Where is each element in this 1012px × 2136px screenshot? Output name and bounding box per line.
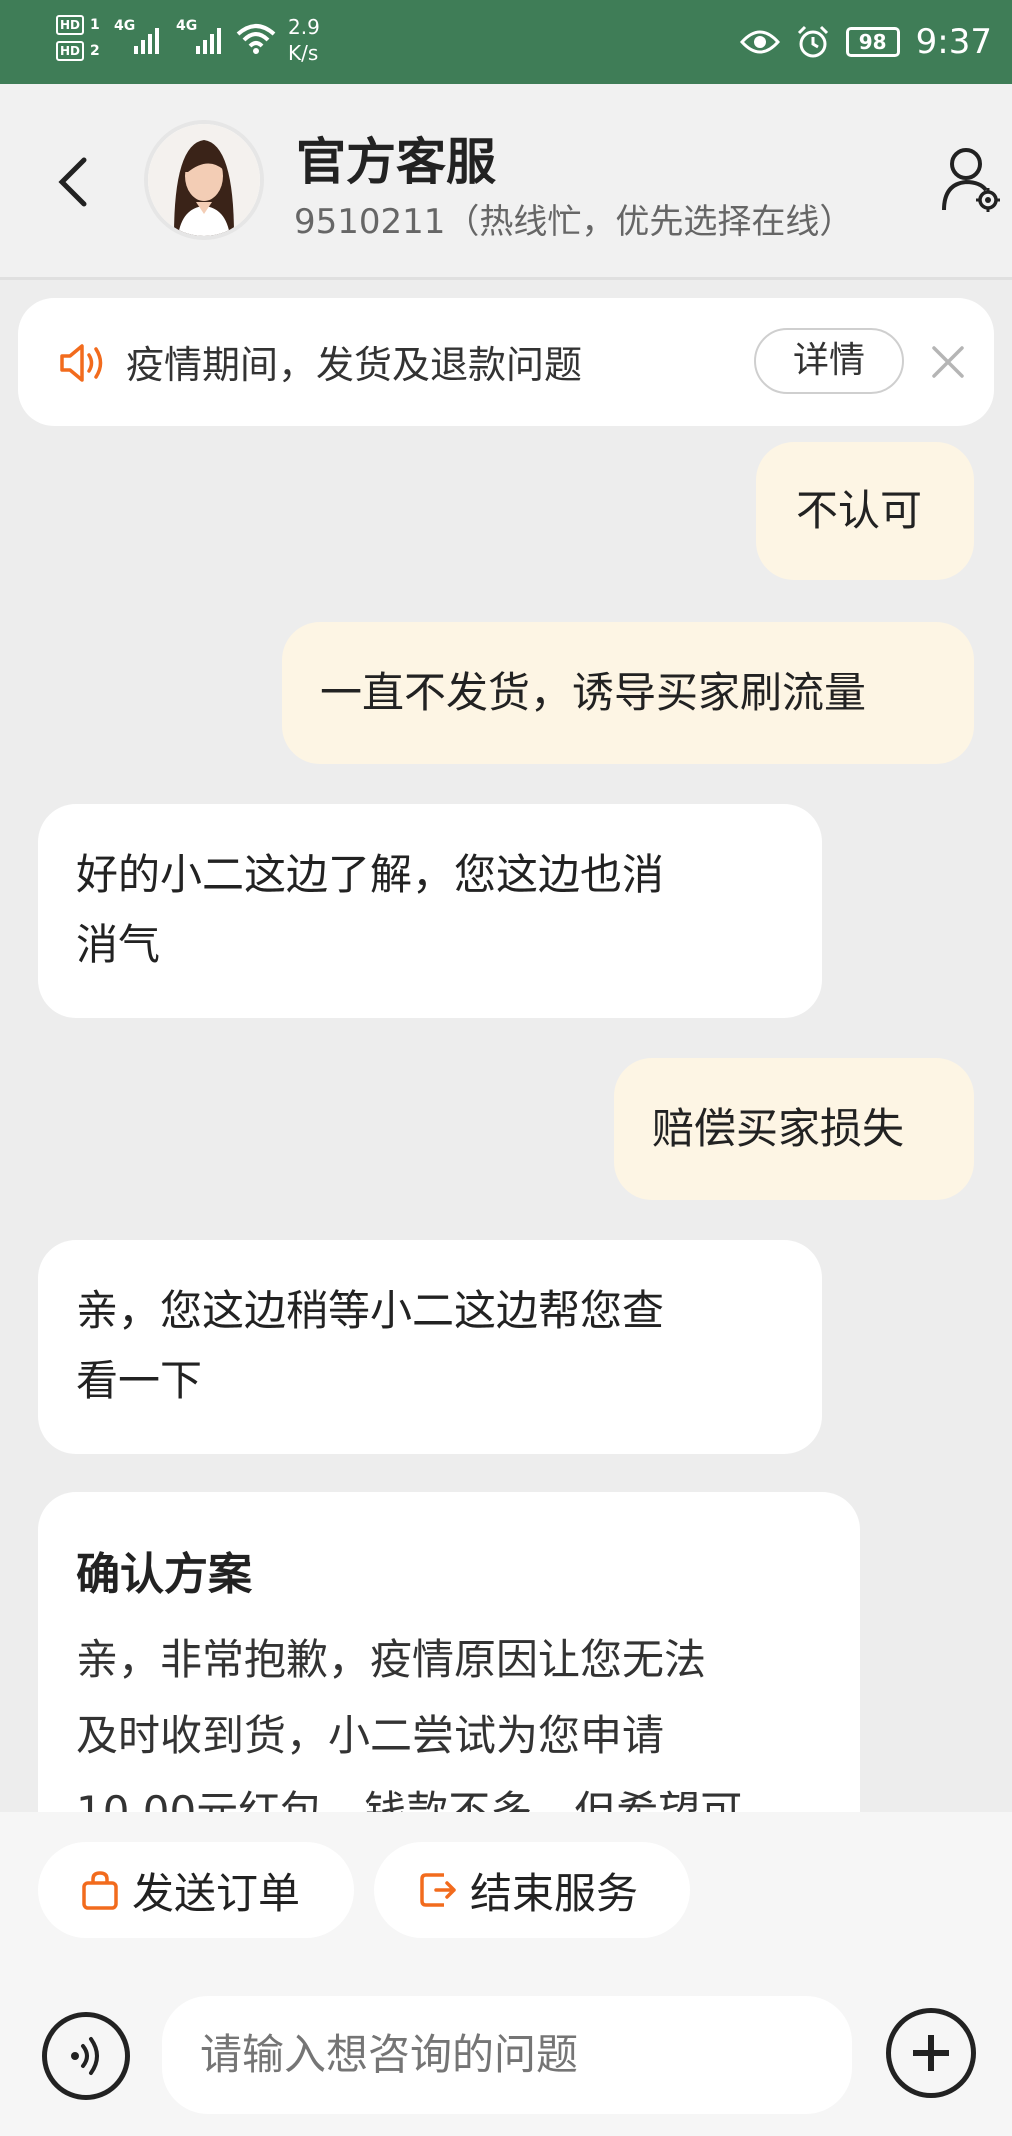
end-service-button[interactable]: 结束服务: [374, 1842, 690, 1938]
message-incoming[interactable]: 亲，您这边稍等小二这边帮您查 看一下: [38, 1240, 822, 1454]
end-service-label: 结束服务: [470, 1868, 639, 1918]
message-outgoing[interactable]: 一直不发货，诱导买家刷流量: [282, 622, 974, 764]
message-text: 一直不发货，诱导买家刷流量: [320, 668, 867, 717]
voice-icon: [71, 2037, 99, 2075]
sim2-hd-badge: HD: [56, 41, 85, 61]
speaker-icon: [60, 344, 103, 382]
bottom-panel: 发送订单 结束服务: [0, 1812, 1012, 2136]
message-text-line: 消气: [76, 920, 161, 969]
plan-card-line: 亲，非常抱歉，疫情原因让您无法: [76, 1635, 707, 1684]
plus-icon[interactable]: [886, 2008, 976, 2098]
sim1-index: 1: [90, 17, 100, 33]
back-arrow-icon[interactable]: [50, 154, 98, 210]
notice-banner: 疫情期间，发货及退款问题 详情: [18, 298, 994, 426]
plan-card[interactable]: 确认方案 亲，非常抱歉，疫情原因让您无法 及时收到货，小二尝试为您申请 10.0…: [38, 1492, 860, 1832]
user-settings-icon[interactable]: [940, 144, 1004, 216]
message-incoming[interactable]: 好的小二这边了解，您这边也消 消气: [38, 804, 822, 1018]
message-input[interactable]: [162, 1996, 852, 2114]
chat-subtitle: 9510211（热线忙，优先选择在线）: [294, 202, 854, 242]
notice-detail-button[interactable]: 详情: [754, 328, 904, 394]
send-order-button[interactable]: 发送订单: [38, 1842, 354, 1938]
agent-avatar[interactable]: [144, 120, 264, 240]
close-icon[interactable]: [928, 342, 968, 382]
chat-header: 官方客服 9510211（热线忙，优先选择在线）: [0, 84, 1012, 280]
clock: 9:37: [915, 22, 992, 62]
message-text: 赔偿买家损失: [652, 1104, 905, 1153]
message-outgoing[interactable]: 不认可: [756, 442, 974, 580]
network-speed-unit: K/s: [288, 41, 319, 65]
plan-card-body: 亲，非常抱歉，疫情原因让您无法 及时收到货，小二尝试为您申请 10.00元红包，…: [76, 1622, 836, 1832]
voice-input-button[interactable]: [42, 2012, 130, 2100]
message-text-line: 亲，您这边稍等小二这边帮您查: [76, 1286, 665, 1335]
send-order-label: 发送订单: [132, 1868, 301, 1918]
alarm-icon: [797, 25, 828, 58]
network-type-2: 4G: [176, 18, 198, 34]
battery-icon: 98: [845, 27, 900, 57]
plan-card-title: 确认方案: [76, 1549, 252, 1600]
message-text-line: 看一下: [76, 1356, 203, 1405]
chat-title: 官方客服: [296, 133, 496, 191]
sim-indicators: HD 1 HD 2: [56, 12, 100, 64]
network-speed: 2.9 K/s: [288, 14, 320, 66]
exit-icon: [420, 1873, 456, 1907]
eye-icon: [739, 30, 780, 54]
status-bar: HD 1 HD 2 4G 4G 2.9 K/s 98 9:37: [0, 0, 1012, 84]
wifi-icon: [236, 24, 276, 54]
message-text-line: 好的小二这边了解，您这边也消: [76, 850, 665, 899]
message-text: 不认可: [796, 486, 923, 535]
message-outgoing[interactable]: 赔偿买家损失: [614, 1058, 974, 1200]
network-speed-value: 2.9: [288, 15, 320, 39]
notice-text: 疫情期间，发货及退款问题: [126, 343, 583, 387]
sim1-hd-badge: HD: [56, 15, 85, 35]
plan-card-line: 及时收到货，小二尝试为您申请: [76, 1711, 665, 1760]
shopping-bag-icon: [82, 1871, 118, 1910]
signal-icon-1: [134, 22, 159, 54]
signal-icon-2: [196, 22, 221, 54]
sim2-index: 2: [90, 43, 100, 59]
network-type-1: 4G: [114, 18, 136, 34]
